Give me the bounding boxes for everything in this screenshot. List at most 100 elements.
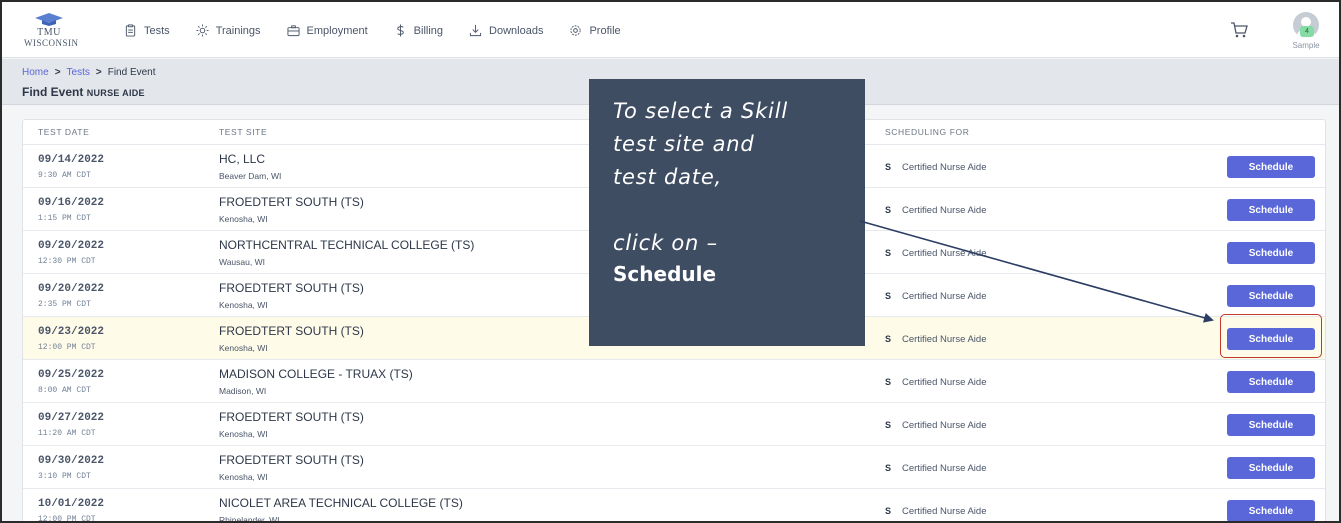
nav-item-downloads-label: Downloads [489, 24, 544, 37]
test-date: 09/20/2022 [38, 240, 105, 252]
nav-item-billing-label: Billing [413, 24, 444, 37]
column-header-scheduling-for: SCHEDULING FOR [885, 127, 970, 137]
notification-badge: 4 [1300, 26, 1314, 37]
nav-item-trainings-label: Trainings [215, 24, 261, 37]
test-site-name: FROEDTERT SOUTH (TS) [219, 410, 364, 424]
callout-emphasis: Schedule [613, 262, 717, 286]
test-site-name: FROEDTERT SOUTH (TS) [219, 195, 364, 209]
app-window: TMU WISCONSIN Tests Trainings Employment… [0, 0, 1341, 523]
test-site-location: Madison, WI [219, 386, 267, 396]
schedule-button[interactable]: Schedule [1227, 242, 1315, 264]
schedule-button[interactable]: Schedule [1227, 156, 1315, 178]
test-type-badge: S [885, 420, 892, 430]
nav-links: Tests Trainings Employment Billing Downl… [124, 24, 621, 37]
test-date: 10/01/2022 [38, 498, 105, 510]
test-date: 09/14/2022 [38, 154, 105, 166]
nav-item-billing[interactable]: Billing [394, 24, 443, 37]
test-site-name: FROEDTERT SOUTH (TS) [219, 324, 364, 338]
test-time: 2:35 PM CDT [38, 300, 91, 309]
logo-text-line1: TMU [37, 27, 61, 38]
nav-item-profile[interactable]: Profile [569, 24, 621, 37]
test-date: 09/20/2022 [38, 283, 105, 295]
cart-icon[interactable] [1230, 22, 1248, 38]
schedule-button[interactable]: Schedule [1227, 414, 1315, 436]
scheduling-for: Certified Nurse Aide [902, 248, 987, 259]
nav-item-employment-label: Employment [306, 24, 368, 37]
test-time: 1:15 PM CDT [38, 214, 91, 223]
graduation-cap-icon [35, 13, 63, 26]
test-date: 09/25/2022 [38, 369, 105, 381]
scheduling-for: Certified Nurse Aide [902, 162, 987, 173]
test-time: 12:00 PM CDT [38, 515, 96, 523]
test-date: 09/23/2022 [38, 326, 105, 338]
nav-item-profile-label: Profile [589, 24, 621, 37]
table-row: 10/01/2022 12:00 PM CDT NICOLET AREA TEC… [23, 489, 1325, 523]
account-name: Sample [1292, 41, 1320, 50]
schedule-button[interactable]: Schedule [1227, 371, 1315, 393]
test-site-location: Kenosha, WI [219, 343, 268, 353]
test-time: 3:10 PM CDT [38, 472, 91, 481]
breadcrumb-current: Find Event [107, 67, 156, 78]
page-subtitle: NURSE AIDE [86, 88, 145, 98]
annotation-focus-box [1220, 314, 1322, 358]
column-header-test-site: TEST SITE [219, 127, 268, 137]
nav-item-downloads[interactable]: Downloads [469, 24, 543, 37]
nav-item-tests-label: Tests [144, 24, 170, 37]
scheduling-for: Certified Nurse Aide [902, 334, 987, 345]
test-site-location: Rhinelander, WI [219, 515, 280, 523]
test-site-name: FROEDTERT SOUTH (TS) [219, 453, 364, 467]
test-site-name: NICOLET AREA TECHNICAL COLLEGE (TS) [219, 496, 463, 510]
table-row: 09/25/2022 8:00 AM CDT MADISON COLLEGE -… [23, 360, 1325, 403]
schedule-button[interactable]: Schedule [1227, 199, 1315, 221]
scheduling-for: Certified Nurse Aide [902, 420, 987, 431]
breadcrumb-separator: > [95, 67, 102, 78]
breadcrumb-separator: > [54, 67, 61, 78]
briefcase-icon [286, 25, 300, 37]
nav-item-tests[interactable]: Tests [124, 24, 170, 37]
scheduling-for: Certified Nurse Aide [902, 291, 987, 302]
clipboard-icon [125, 24, 136, 37]
table-row: 09/27/2022 11:20 AM CDT FROEDTERT SOUTH … [23, 403, 1325, 446]
logo[interactable]: TMU WISCONSIN [24, 12, 79, 48]
test-site-location: Beaver Dam, WI [219, 171, 282, 181]
test-time: 12:30 PM CDT [38, 257, 96, 266]
test-type-badge: S [885, 162, 892, 172]
scheduling-for: Certified Nurse Aide [902, 506, 987, 517]
breadcrumb: Home > Tests > Find Event [22, 67, 156, 78]
dollar-icon [396, 24, 404, 37]
schedule-button[interactable]: Schedule [1227, 285, 1315, 307]
gear-icon [570, 25, 582, 36]
logo-text-line2: WISCONSIN [24, 38, 79, 48]
breadcrumb-tests[interactable]: Tests [67, 67, 90, 78]
test-site-location: Kenosha, WI [219, 300, 268, 310]
test-time: 9:30 AM CDT [38, 171, 91, 180]
scheduling-for: Certified Nurse Aide [902, 377, 987, 388]
test-type-badge: S [885, 205, 892, 215]
test-type-badge: S [885, 463, 892, 473]
test-type-badge: S [885, 506, 892, 516]
schedule-button[interactable]: Schedule [1227, 500, 1315, 521]
test-type-badge: S [885, 377, 892, 387]
nav-item-employment[interactable]: Employment [286, 24, 368, 37]
test-site-location: Kenosha, WI [219, 472, 268, 482]
table-row: 09/30/2022 3:10 PM CDT FROEDTERT SOUTH (… [23, 446, 1325, 489]
test-site-location: Kenosha, WI [219, 429, 268, 439]
page-title: Find Event NURSE AIDE [22, 85, 145, 99]
account-menu[interactable]: 4 Sample [1286, 12, 1326, 50]
test-time: 8:00 AM CDT [38, 386, 91, 395]
callout-text: To select a Skill test site and test dat… [613, 99, 788, 255]
test-site-name: HC, LLC [219, 152, 266, 166]
scheduling-for: Certified Nurse Aide [902, 205, 987, 216]
test-type-badge: S [885, 334, 892, 344]
test-site-location: Kenosha, WI [219, 214, 268, 224]
breadcrumb-home[interactable]: Home [22, 67, 49, 78]
test-time: 11:20 AM CDT [38, 429, 96, 438]
test-site-name: FROEDTERT SOUTH (TS) [219, 281, 364, 295]
test-date: 09/30/2022 [38, 455, 105, 467]
test-type-badge: S [885, 248, 892, 258]
test-site-name: MADISON COLLEGE - TRUAX (TS) [219, 367, 413, 381]
schedule-button[interactable]: Schedule [1227, 457, 1315, 479]
nav-item-trainings[interactable]: Trainings [196, 24, 261, 37]
top-nav: TMU WISCONSIN Tests Trainings Employment… [2, 2, 1339, 58]
column-header-test-date: TEST DATE [38, 127, 90, 137]
